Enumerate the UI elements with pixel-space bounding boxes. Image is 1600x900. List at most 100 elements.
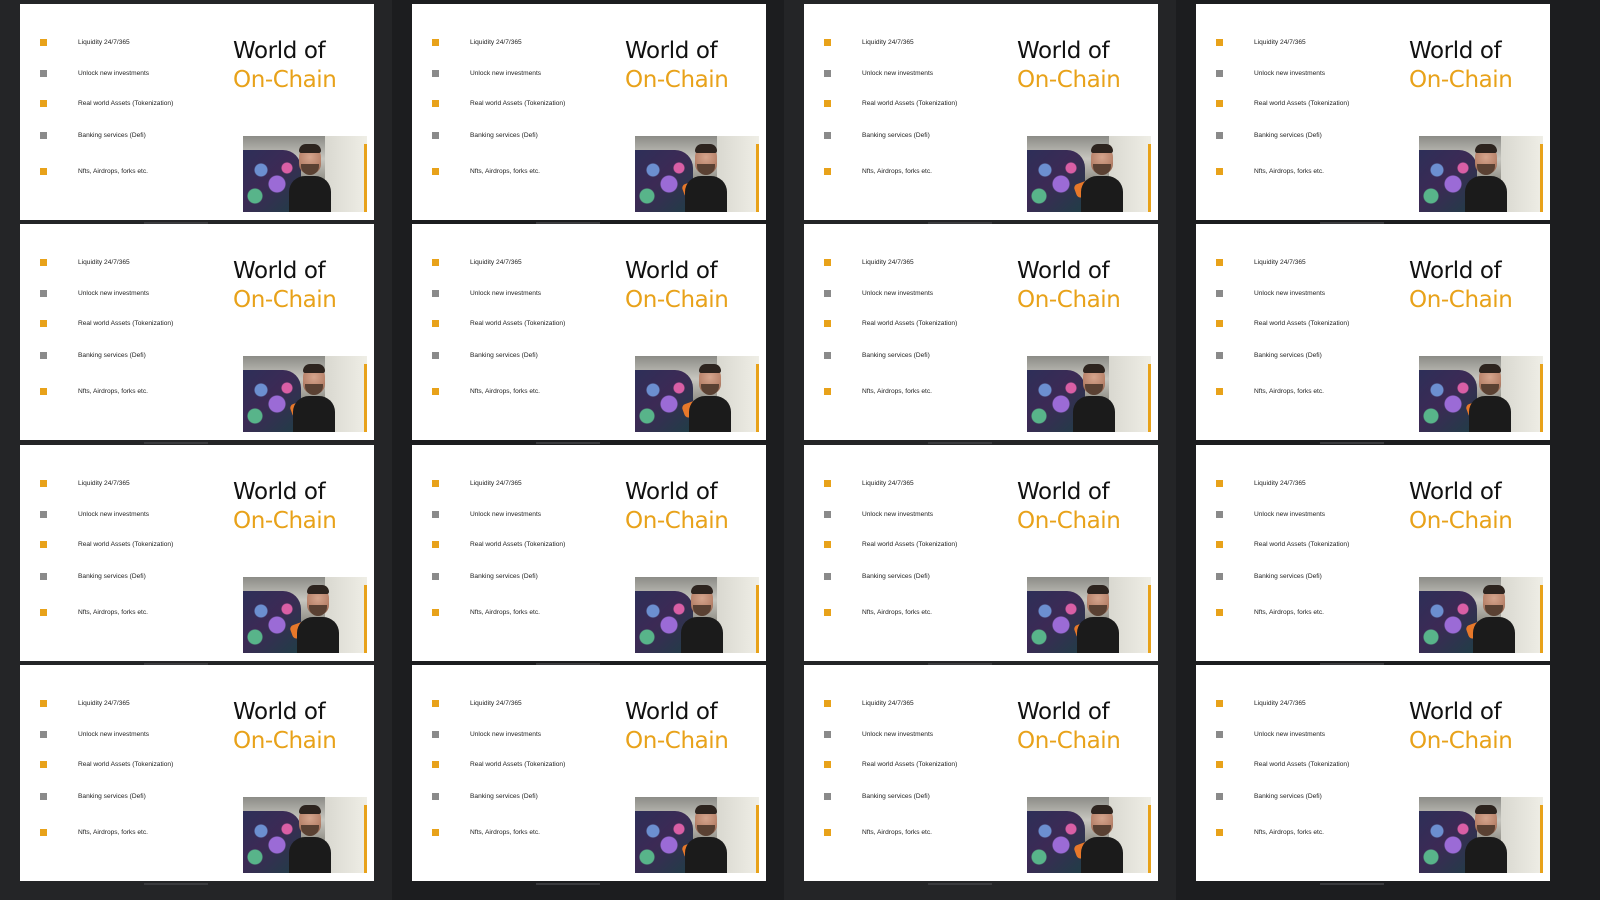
presenter-hair	[1475, 144, 1497, 153]
background-artwork	[1419, 591, 1477, 653]
slide-title-line1: World of	[625, 258, 718, 284]
presenter-person	[1077, 585, 1119, 653]
slide-thumbnail[interactable]: Liquidity 24/7/365 Unlock new investments…	[1196, 4, 1550, 220]
bullet-square-icon	[824, 100, 831, 107]
bullet-text: Liquidity 24/7/365	[78, 480, 130, 487]
presenter-body	[293, 396, 335, 432]
presenter-video[interactable]	[243, 356, 367, 432]
presenter-video[interactable]	[1419, 356, 1543, 432]
bullet-square-icon	[40, 352, 47, 359]
bullet-square-icon	[40, 480, 47, 487]
slide-title-line1: World of	[1017, 479, 1110, 505]
slide-thumbnail[interactable]: Liquidity 24/7/365 Unlock new investments…	[412, 665, 766, 881]
slide-title-line2: On-Chain	[1017, 728, 1121, 754]
door-frame	[1148, 585, 1151, 653]
bullet-square-icon	[824, 388, 831, 395]
bullet-text: Nfts, Airdrops, forks etc.	[470, 168, 540, 175]
presenter-person	[297, 585, 339, 653]
slide-thumbnail[interactable]: Liquidity 24/7/365 Unlock new investments…	[20, 4, 374, 220]
bullet-text: Nfts, Airdrops, forks etc.	[470, 388, 540, 395]
slide-title-line2: On-Chain	[625, 287, 729, 313]
slide-thumbnail[interactable]: Liquidity 24/7/365 Unlock new investments…	[20, 445, 374, 661]
presenter-video[interactable]	[243, 136, 367, 212]
slide-thumbnail[interactable]: Liquidity 24/7/365 Unlock new investments…	[804, 445, 1158, 661]
bullet-square-icon	[824, 573, 831, 580]
bullet-text: Banking services (Defi)	[78, 352, 146, 359]
bullet-text: Liquidity 24/7/365	[1254, 700, 1306, 707]
bullet-text: Nfts, Airdrops, forks etc.	[862, 609, 932, 616]
bullet-square-icon	[432, 168, 439, 175]
presenter-video[interactable]	[1419, 577, 1543, 653]
background-artwork	[1027, 150, 1085, 212]
bullet-square-icon	[432, 761, 439, 768]
bullet-square-icon	[1216, 320, 1223, 327]
bullet-square-icon	[432, 320, 439, 327]
bullet-square-icon	[432, 70, 439, 77]
presenter-video[interactable]	[1027, 797, 1151, 873]
presenter-body	[1081, 176, 1123, 212]
presenter-video[interactable]	[1027, 136, 1151, 212]
presenter-video[interactable]	[243, 797, 367, 873]
bullet-square-icon	[824, 541, 831, 548]
presenter-beard	[697, 164, 715, 175]
presenter-hair	[691, 585, 713, 594]
bullet-square-icon	[40, 39, 47, 46]
presenter-video[interactable]	[243, 577, 367, 653]
bullet-text: Unlock new investments	[470, 70, 542, 77]
background-wall	[1109, 356, 1151, 432]
slide-thumbnail[interactable]: Liquidity 24/7/365 Unlock new investments…	[804, 224, 1158, 440]
slide-progress-indicator	[928, 442, 992, 444]
presenter-video[interactable]	[1027, 577, 1151, 653]
slide-thumbnail[interactable]: Liquidity 24/7/365 Unlock new investments…	[412, 224, 766, 440]
slide-title-line2: On-Chain	[233, 287, 337, 313]
presenter-person	[689, 364, 731, 432]
slide-thumbnail[interactable]: Liquidity 24/7/365 Unlock new investments…	[20, 665, 374, 881]
slide-thumbnail[interactable]: Liquidity 24/7/365 Unlock new investments…	[1196, 665, 1550, 881]
bullet-text: Banking services (Defi)	[1254, 132, 1322, 139]
bullet-text: Real world Assets (Tokenization)	[78, 320, 174, 327]
slide-thumbnail[interactable]: Liquidity 24/7/365 Unlock new investments…	[1196, 445, 1550, 661]
bullet-text: Unlock new investments	[1254, 731, 1326, 738]
bullet-square-icon	[40, 511, 47, 518]
door-frame	[756, 585, 759, 653]
presenter-video[interactable]	[635, 136, 759, 212]
presenter-body	[1073, 396, 1115, 432]
bullet-square-icon	[1216, 731, 1223, 738]
bullet-text: Liquidity 24/7/365	[862, 39, 914, 46]
bullet-text: Banking services (Defi)	[862, 132, 930, 139]
slide-title-line1: World of	[625, 38, 718, 64]
bullet-text: Real world Assets (Tokenization)	[1254, 761, 1350, 768]
slide-thumbnail[interactable]: Liquidity 24/7/365 Unlock new investments…	[1196, 224, 1550, 440]
bullet-square-icon	[432, 259, 439, 266]
bullet-text: Banking services (Defi)	[470, 573, 538, 580]
slide-thumbnail[interactable]: Liquidity 24/7/365 Unlock new investments…	[804, 4, 1158, 220]
slide-title-line1: World of	[625, 479, 718, 505]
slide-thumbnail[interactable]: Liquidity 24/7/365 Unlock new investments…	[412, 4, 766, 220]
presenter-video[interactable]	[1419, 797, 1543, 873]
presenter-hair	[299, 144, 321, 153]
presenter-person	[1081, 144, 1123, 212]
presenter-video[interactable]	[1027, 356, 1151, 432]
presenter-body	[1081, 837, 1123, 873]
slide-thumbnail[interactable]: Liquidity 24/7/365 Unlock new investments…	[804, 665, 1158, 881]
bullet-square-icon	[1216, 70, 1223, 77]
presenter-video[interactable]	[635, 577, 759, 653]
bullet-text: Banking services (Defi)	[470, 793, 538, 800]
bullet-square-icon	[1216, 609, 1223, 616]
bullet-text: Liquidity 24/7/365	[470, 480, 522, 487]
slide-thumbnail[interactable]: Liquidity 24/7/365 Unlock new investments…	[20, 224, 374, 440]
bullet-square-icon	[432, 480, 439, 487]
bullet-square-icon	[1216, 511, 1223, 518]
presenter-video[interactable]	[635, 797, 759, 873]
bullet-square-icon	[40, 290, 47, 297]
bullet-square-icon	[1216, 100, 1223, 107]
slide-title-line1: World of	[1409, 479, 1502, 505]
presenter-video[interactable]	[635, 356, 759, 432]
slide-thumbnail[interactable]: Liquidity 24/7/365 Unlock new investments…	[412, 445, 766, 661]
presenter-person	[681, 585, 723, 653]
presenter-video[interactable]	[1419, 136, 1543, 212]
slide-progress-indicator	[928, 883, 992, 885]
bullet-square-icon	[40, 541, 47, 548]
presenter-body	[685, 176, 727, 212]
slide-title-line2: On-Chain	[1409, 728, 1513, 754]
